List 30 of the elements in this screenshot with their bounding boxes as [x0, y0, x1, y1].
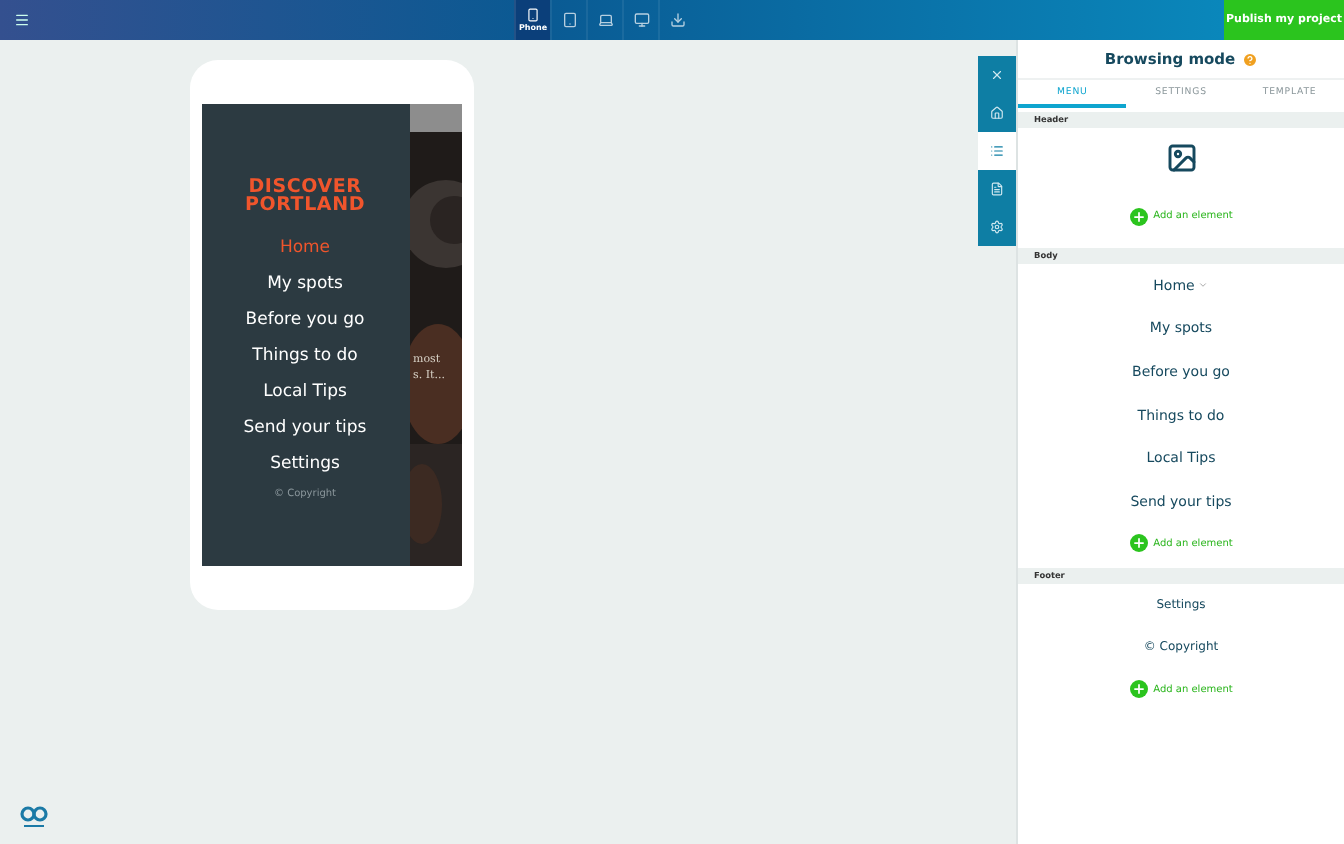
- menu-icon[interactable]: [14, 12, 30, 28]
- settings-tab[interactable]: [978, 208, 1016, 246]
- close-tab[interactable]: [978, 56, 1016, 94]
- logo: DISCOVER PORTLAND: [244, 178, 366, 214]
- phone-icon: [526, 8, 540, 22]
- document-icon: [990, 182, 1004, 196]
- menu-item[interactable]: Settings: [270, 446, 340, 482]
- home-tab[interactable]: [978, 94, 1016, 132]
- menu-item[interactable]: Things to do: [252, 338, 358, 374]
- list-icon: [990, 144, 1004, 158]
- logo-icon: [20, 804, 48, 828]
- add-icon[interactable]: [1129, 534, 1148, 553]
- settings-icon: [990, 220, 1004, 234]
- menu-item[interactable]: My spots: [267, 266, 343, 302]
- add-icon[interactable]: [1129, 680, 1148, 699]
- help-icon[interactable]: [1241, 51, 1258, 67]
- menu-item[interactable]: Before you go: [245, 302, 365, 338]
- menu-item[interactable]: Send your tips: [243, 410, 367, 446]
- download-icon: [669, 12, 685, 28]
- image-icon[interactable]: [1165, 142, 1197, 174]
- menu-item[interactable]: Local Tips: [263, 374, 347, 410]
- tablet-icon: [561, 12, 577, 28]
- page-tab[interactable]: [978, 170, 1016, 208]
- laptop-icon: [597, 12, 613, 28]
- home-icon: [990, 106, 1004, 120]
- desktop-icon: [633, 12, 649, 28]
- add-icon[interactable]: [1129, 207, 1148, 225]
- caret-icon[interactable]: [1198, 280, 1209, 291]
- close-icon: [990, 68, 1004, 82]
- list-tab[interactable]: [978, 132, 1016, 170]
